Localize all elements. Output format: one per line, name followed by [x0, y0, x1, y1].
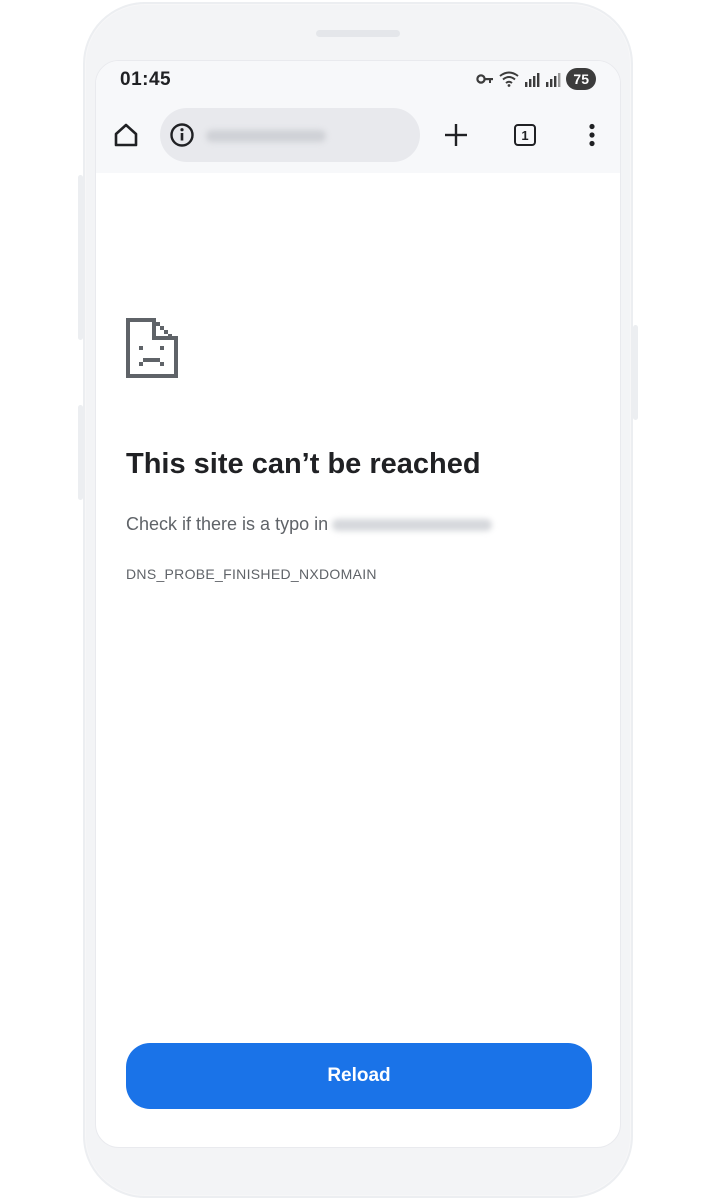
status-icons: 75 [476, 68, 596, 90]
error-code: DNS_PROBE_FINISHED_NXDOMAIN [126, 566, 377, 582]
home-icon [114, 123, 138, 147]
error-description-text: Check if there is a typo in [126, 514, 329, 534]
signal-icon [525, 72, 540, 87]
new-tab-button[interactable] [436, 115, 476, 155]
wifi-icon [499, 71, 520, 87]
site-info-button[interactable] [168, 121, 196, 154]
more-vert-icon [589, 123, 595, 147]
hostname-redacted [332, 518, 493, 531]
address-bar[interactable] [160, 108, 420, 162]
sad-document-icon [126, 318, 178, 378]
phone-side-button [78, 175, 83, 340]
vpn-key-icon [476, 74, 494, 84]
phone-speaker [316, 30, 400, 37]
error-title: This site can’t be reached [126, 448, 481, 480]
browser-toolbar: 1 [96, 101, 620, 173]
error-description: Check if there is a typo in [126, 514, 493, 535]
phone-side-button [78, 405, 83, 500]
signal-icon [546, 72, 561, 87]
phone-side-button [633, 325, 638, 420]
battery-indicator: 75 [566, 68, 596, 90]
url-text-redacted [206, 130, 326, 142]
tab-switcher-button[interactable]: 1 [514, 124, 536, 146]
plus-icon [445, 124, 467, 146]
more-options-button[interactable] [572, 115, 612, 155]
status-bar: 01:45 75 [96, 61, 620, 101]
status-time: 01:45 [120, 69, 172, 90]
browser-screen: 01:45 75 1 This site can’t be reached Ch… [95, 60, 621, 1148]
info-icon [170, 123, 194, 147]
home-button[interactable] [106, 115, 146, 155]
reload-button[interactable]: Reload [126, 1043, 592, 1109]
